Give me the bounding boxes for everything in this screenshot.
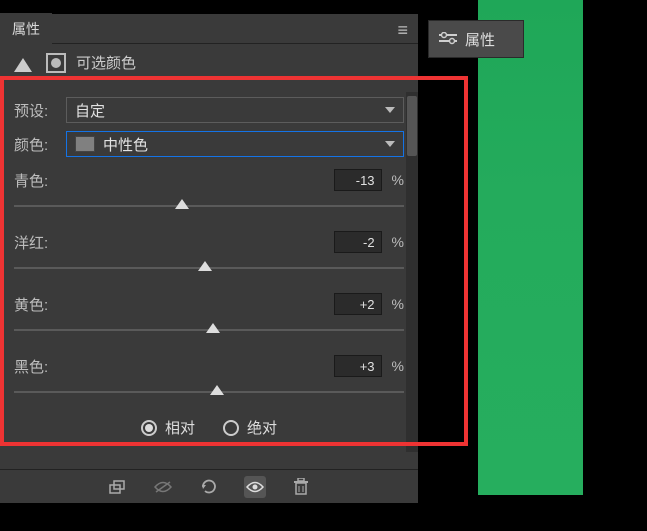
slider-track[interactable] [14, 261, 404, 275]
slider-value-input[interactable] [334, 231, 382, 253]
adjustment-header: 可选颜色 [0, 44, 418, 81]
clip-to-layer-icon[interactable] [106, 476, 128, 498]
scroll-thumb[interactable] [407, 96, 417, 156]
slider-2: 黄色:% [14, 293, 404, 337]
panel-menu-button[interactable]: ≡ [397, 20, 410, 41]
radio-relative[interactable]: 相对 [141, 417, 195, 438]
preset-value: 自定 [75, 100, 105, 121]
floating-tab-label: 属性 [465, 29, 495, 50]
panel-body: 预设: 自定 颜色: 中性色 青色:%洋红:%黄色:%黑色:% 相对 绝对 [0, 81, 418, 438]
panel-tabbar: 属性 ≡ [0, 14, 418, 44]
slider-label: 黄色: [14, 294, 334, 315]
slider-unit: % [392, 172, 404, 188]
adjustment-title: 可选颜色 [76, 52, 136, 73]
panel-scrollbar[interactable] [406, 92, 418, 452]
slider-thumb[interactable] [175, 199, 189, 209]
slider-track[interactable] [14, 385, 404, 399]
radio-relative-label: 相对 [165, 417, 195, 438]
slider-thumb[interactable] [210, 385, 224, 395]
slider-track[interactable] [14, 199, 404, 213]
slider-track[interactable] [14, 323, 404, 337]
slider-0: 青色:% [14, 169, 404, 213]
slider-label: 黑色: [14, 356, 334, 377]
slider-value-input[interactable] [334, 355, 382, 377]
slider-label: 青色: [14, 170, 334, 191]
toggle-visibility-icon[interactable] [244, 476, 266, 498]
slider-1: 洋红:% [14, 231, 404, 275]
preset-label: 预设: [14, 100, 66, 121]
colors-value: 中性色 [103, 134, 148, 155]
slider-thumb[interactable] [206, 323, 220, 333]
mask-icon[interactable] [46, 53, 66, 73]
mode-radio-group: 相对 绝对 [14, 417, 404, 438]
color-swatch [75, 136, 95, 152]
slider-unit: % [392, 358, 404, 374]
floating-tab-properties[interactable]: 属性 [428, 20, 524, 58]
radio-absolute-label: 绝对 [247, 417, 277, 438]
slider-value-input[interactable] [334, 169, 382, 191]
radio-absolute[interactable]: 绝对 [223, 417, 277, 438]
colors-select[interactable]: 中性色 [66, 131, 404, 157]
preset-select[interactable]: 自定 [66, 97, 404, 123]
selective-color-icon [14, 54, 36, 72]
colors-label: 颜色: [14, 134, 66, 155]
trash-icon[interactable] [290, 476, 312, 498]
slider-thumb[interactable] [198, 261, 212, 271]
slider-3: 黑色:% [14, 355, 404, 399]
chevron-down-icon [385, 107, 395, 113]
tab-properties[interactable]: 属性 [0, 13, 52, 45]
properties-panel: 属性 ≡ 可选颜色 预设: 自定 颜色: 中性色 青色:%洋红:%黄色:%黑色:… [0, 14, 418, 503]
slider-unit: % [392, 296, 404, 312]
chevron-down-icon [385, 141, 395, 147]
panel-footer [0, 469, 418, 503]
reset-icon[interactable] [198, 476, 220, 498]
slider-label: 洋红: [14, 232, 334, 253]
slider-value-input[interactable] [334, 293, 382, 315]
preset-row: 预设: 自定 [14, 97, 404, 123]
slider-unit: % [392, 234, 404, 250]
colors-row: 颜色: 中性色 [14, 131, 404, 157]
adjust-icon [439, 32, 457, 46]
canvas-preview [478, 0, 647, 495]
view-previous-icon[interactable] [152, 476, 174, 498]
